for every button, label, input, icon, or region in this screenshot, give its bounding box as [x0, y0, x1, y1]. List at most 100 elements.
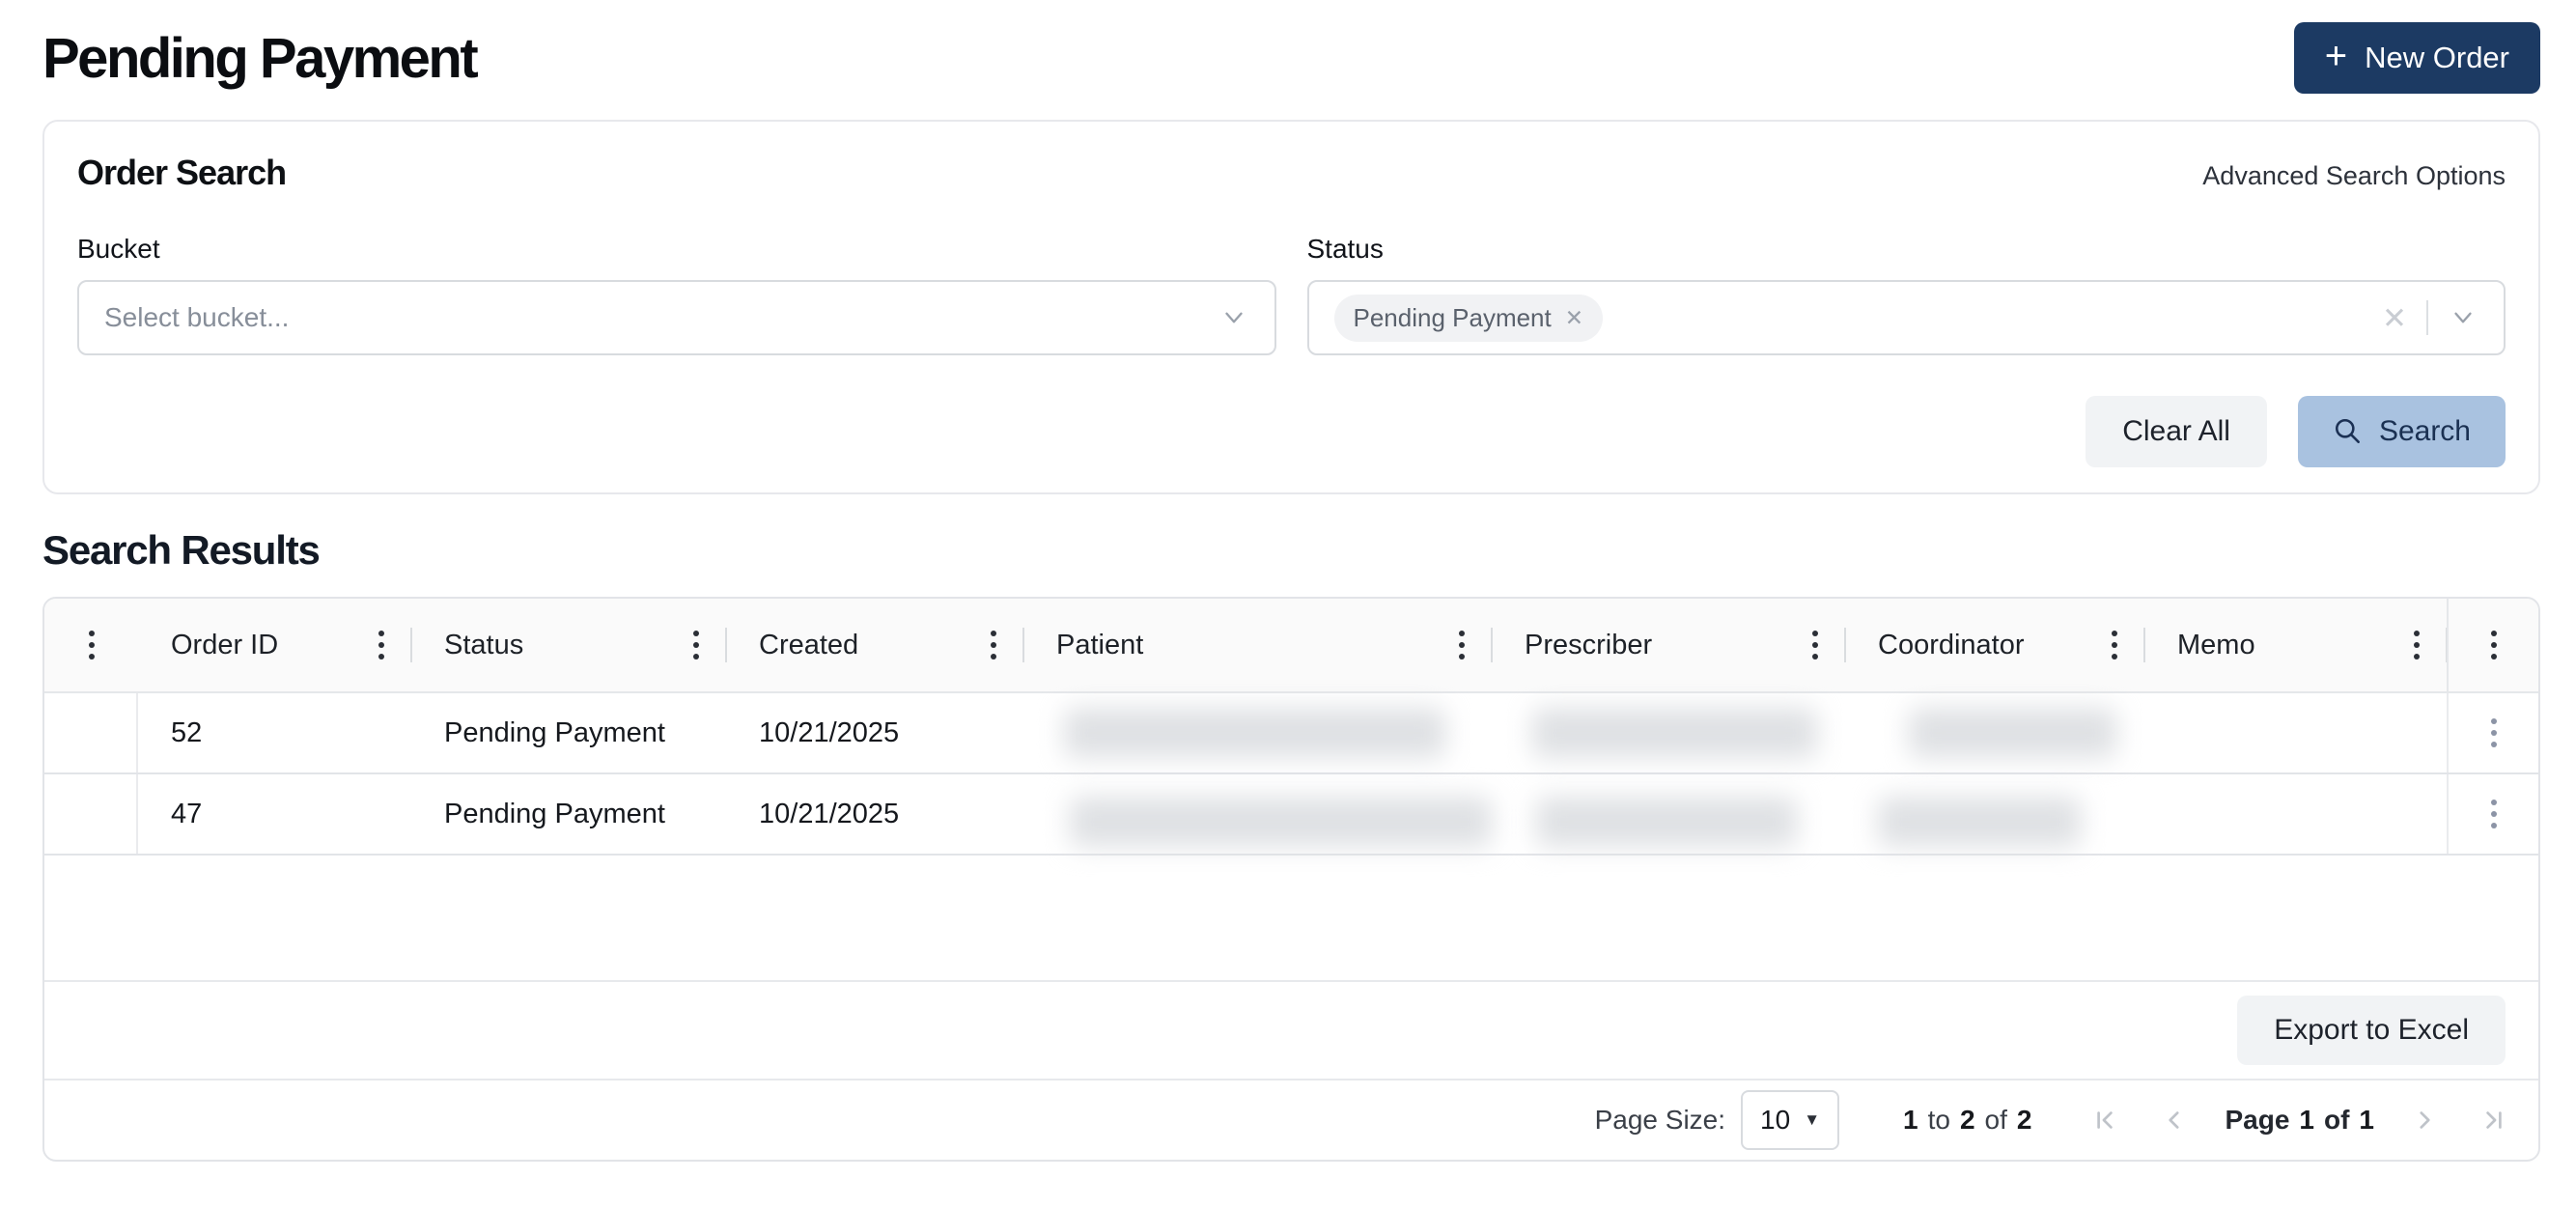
- clear-select-icon[interactable]: ✕: [2382, 303, 2407, 333]
- column-menu-icon[interactable]: [1806, 625, 1824, 665]
- status-cell: Pending Payment: [444, 798, 665, 829]
- column-menu-icon[interactable]: [687, 625, 705, 665]
- redacted-coordinator: [1878, 797, 2081, 847]
- column-menu-icon[interactable]: [2106, 625, 2123, 665]
- search-button-label: Search: [2378, 415, 2471, 447]
- range-to-word: to: [1927, 1105, 1950, 1135]
- order-search-card-header: Order Search Advanced Search Options: [77, 153, 2506, 193]
- bucket-field: Bucket Select bucket...: [77, 234, 1276, 355]
- order-search-card: Order Search Advanced Search Options Buc…: [42, 120, 2540, 494]
- row-menu-icon[interactable]: [2485, 794, 2503, 834]
- search-icon: [2335, 418, 2360, 443]
- order-search-title: Order Search: [77, 153, 287, 192]
- patient-cell: [1023, 774, 1492, 854]
- redacted-patient: [1070, 797, 1492, 847]
- coordinator-cell: [1845, 774, 2144, 854]
- bucket-placeholder: Select bucket...: [104, 302, 290, 332]
- page-of-word: of: [2323, 1105, 2350, 1135]
- redacted-prescriber: [1536, 797, 1797, 847]
- export-to-excel-button[interactable]: Export to Excel: [2237, 996, 2506, 1065]
- row-range-summary: 1 to 2 of 2: [1903, 1105, 2031, 1136]
- memo-cell: [2144, 774, 2447, 854]
- search-card-actions: Clear All Search: [77, 396, 2506, 467]
- column-label: Order ID: [171, 629, 279, 660]
- range-total: 2: [2016, 1105, 2032, 1135]
- chevron-down-icon: [1224, 312, 1243, 323]
- redacted-prescriber: [1532, 708, 1817, 758]
- column-header-prescriber: Prescriber: [1492, 599, 1845, 691]
- row-drag-cell: [44, 693, 138, 772]
- row-actions-cell: [2447, 774, 2538, 854]
- page-title: Pending Payment: [42, 26, 479, 90]
- plus-icon: +: [2324, 35, 2348, 77]
- column-label: Patient: [1056, 629, 1144, 660]
- status-chip: Pending Payment ✕: [1333, 294, 1604, 342]
- column-header-drag: [44, 599, 138, 691]
- column-menu-icon[interactable]: [373, 625, 390, 665]
- column-menu-icon[interactable]: [2408, 625, 2425, 665]
- column-label: Memo: [2177, 629, 2255, 660]
- advanced-search-options-link[interactable]: Advanced Search Options: [2202, 161, 2506, 191]
- table-header-row: Order ID Status Created Patient Prescrib…: [44, 599, 2538, 693]
- column-header-patient: Patient: [1023, 599, 1492, 691]
- range-from: 1: [1903, 1105, 1918, 1135]
- first-page-icon[interactable]: [2089, 1105, 2120, 1136]
- row-actions-cell: [2447, 693, 2538, 772]
- chip-remove-icon[interactable]: ✕: [1565, 306, 1583, 329]
- page-current: 1: [2299, 1105, 2314, 1135]
- column-label: Status: [444, 629, 524, 660]
- order-id-cell: 47: [171, 798, 203, 829]
- column-label: Prescriber: [1525, 629, 1653, 660]
- column-header-created: Created: [726, 599, 1023, 691]
- caret-down-icon: ▼: [1804, 1110, 1821, 1129]
- chevron-down-icon: [2454, 312, 2472, 323]
- last-page-icon[interactable]: [2478, 1105, 2509, 1136]
- page-size-label: Page Size:: [1594, 1105, 1726, 1135]
- column-header-memo: Memo: [2144, 599, 2447, 691]
- new-order-button[interactable]: + New Order: [2293, 22, 2540, 94]
- table-empty-space: [44, 856, 2538, 980]
- page-size-value: 10: [1760, 1105, 1791, 1135]
- status-label: Status: [1306, 234, 1384, 264]
- column-menu-icon[interactable]: [985, 625, 1002, 665]
- column-header-status: Status: [411, 599, 726, 691]
- column-menu-icon[interactable]: [1453, 625, 1470, 665]
- page-size-select[interactable]: 10 ▼: [1741, 1090, 1840, 1150]
- pagination-bar: Page Size: 10 ▼ 1 to 2 of 2 Page 1 of 1: [44, 1079, 2538, 1160]
- results-table: Order ID Status Created Patient Prescrib…: [42, 597, 2540, 1162]
- status-field: Status Pending Payment ✕ ✕: [1306, 234, 2506, 355]
- status-chip-label: Pending Payment: [1353, 302, 1552, 332]
- column-header-order-id: Order ID: [138, 599, 411, 691]
- search-button[interactable]: Search: [2297, 396, 2506, 467]
- created-cell: 10/21/2025: [759, 716, 900, 748]
- page-total: 1: [2359, 1105, 2374, 1135]
- coordinator-cell: [1845, 693, 2144, 772]
- table-row[interactable]: 47 Pending Payment 10/21/2025: [44, 774, 2538, 856]
- search-fields: Bucket Select bucket... Status Pending P…: [77, 234, 2506, 355]
- clear-all-button[interactable]: Clear All: [2086, 396, 2267, 467]
- prescriber-cell: [1492, 693, 1845, 772]
- page-word: Page: [2225, 1105, 2290, 1135]
- new-order-label: New Order: [2365, 41, 2509, 74]
- row-menu-icon[interactable]: [2485, 713, 2503, 753]
- column-label: Coordinator: [1878, 629, 2025, 660]
- status-multiselect[interactable]: Pending Payment ✕ ✕: [1306, 280, 2506, 355]
- bucket-select[interactable]: Select bucket...: [77, 280, 1276, 355]
- next-page-icon[interactable]: [2409, 1105, 2440, 1136]
- column-header-coordinator: Coordinator: [1845, 599, 2144, 691]
- select-icon-divider: [2426, 300, 2428, 335]
- prescriber-cell: [1492, 774, 1845, 854]
- column-menu-icon[interactable]: [83, 625, 100, 665]
- table-row[interactable]: 52 Pending Payment 10/21/2025: [44, 693, 2538, 774]
- patient-cell: [1023, 693, 1492, 772]
- column-menu-icon[interactable]: [2485, 625, 2503, 665]
- search-results-title: Search Results: [42, 527, 321, 573]
- order-id-cell: 52: [171, 716, 203, 748]
- bucket-label: Bucket: [77, 234, 160, 264]
- range-to: 2: [1959, 1105, 1975, 1135]
- range-of-word: of: [1984, 1105, 2007, 1135]
- redacted-patient: [1064, 708, 1445, 758]
- column-label: Created: [759, 629, 859, 660]
- previous-page-icon[interactable]: [2159, 1105, 2190, 1136]
- top-bar: Pending Payment + New Order: [42, 12, 2540, 104]
